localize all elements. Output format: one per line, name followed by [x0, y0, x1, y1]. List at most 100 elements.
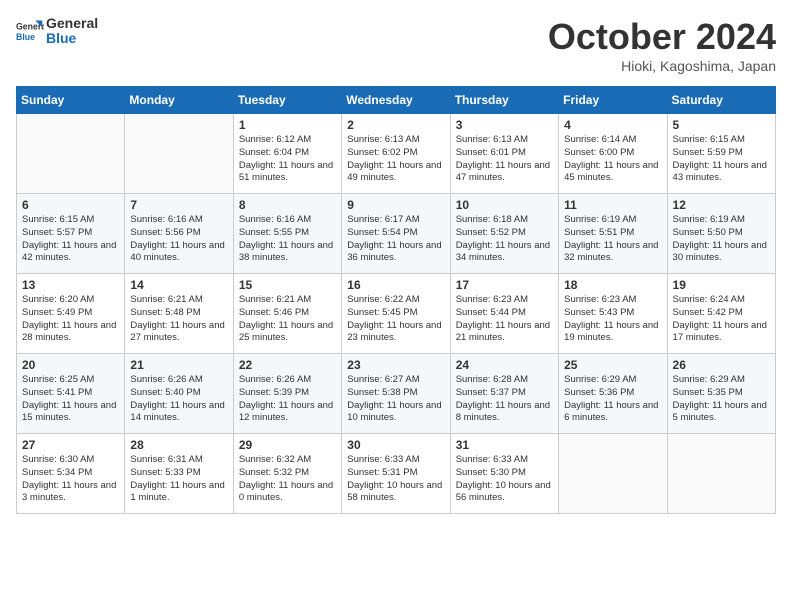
- day-number: 16: [347, 278, 444, 292]
- day-content: Sunrise: 6:32 AMSunset: 5:32 PMDaylight:…: [239, 454, 336, 505]
- day-content: Sunrise: 6:16 AMSunset: 5:56 PMDaylight:…: [130, 214, 227, 265]
- calendar-cell-day-30: 30 Sunrise: 6:33 AMSunset: 5:31 PMDayligh…: [342, 434, 450, 514]
- calendar-cell-day-10: 10 Sunrise: 6:18 AMSunset: 5:52 PMDayligh…: [450, 194, 558, 274]
- header-thursday: Thursday: [450, 87, 558, 114]
- day-content: Sunrise: 6:17 AMSunset: 5:54 PMDaylight:…: [347, 214, 444, 265]
- calendar-cell-day-14: 14 Sunrise: 6:21 AMSunset: 5:48 PMDayligh…: [125, 274, 233, 354]
- day-number: 22: [239, 358, 336, 372]
- day-number: 10: [456, 198, 553, 212]
- day-content: Sunrise: 6:26 AMSunset: 5:39 PMDaylight:…: [239, 374, 336, 425]
- logo-text-general: General: [46, 16, 98, 31]
- calendar-cell-day-12: 12Sunrise: 6:19 AMSunset: 5:50 PMDayligh…: [667, 194, 775, 274]
- calendar-cell-day-20: 20 Sunrise: 6:25 AMSunset: 5:41 PMDayligh…: [17, 354, 125, 434]
- calendar-cell-day-18: 18 Sunrise: 6:23 AMSunset: 5:43 PMDayligh…: [559, 274, 667, 354]
- calendar-cell-day-24: 24 Sunrise: 6:28 AMSunset: 5:37 PMDayligh…: [450, 354, 558, 434]
- month-title: October 2024: [548, 16, 776, 58]
- day-content: Sunrise: 6:26 AMSunset: 5:40 PMDaylight:…: [130, 374, 227, 425]
- calendar-header-row: SundayMondayTuesdayWednesdayThursdayFrid…: [17, 87, 776, 114]
- day-number: 26: [673, 358, 770, 372]
- calendar-week-row: 1Sunrise: 6:12 AMSunset: 6:04 PMDaylight…: [17, 114, 776, 194]
- day-number: 27: [22, 438, 119, 452]
- location-subtitle: Hioki, Kagoshima, Japan: [548, 58, 776, 74]
- calendar-cell-day-11: 11 Sunrise: 6:19 AMSunset: 5:51 PMDayligh…: [559, 194, 667, 274]
- calendar-cell-day-8: 8Sunrise: 6:16 AMSunset: 5:55 PMDaylight…: [233, 194, 341, 274]
- day-content: Sunrise: 6:33 AMSunset: 5:31 PMDaylight:…: [347, 454, 444, 505]
- calendar-cell-day-15: 15Sunrise: 6:21 AMSunset: 5:46 PMDayligh…: [233, 274, 341, 354]
- day-content: Sunrise: 6:13 AMSunset: 6:01 PMDaylight:…: [456, 134, 553, 185]
- day-content: Sunrise: 6:19 AMSunset: 5:51 PMDaylight:…: [564, 214, 661, 265]
- day-number: 3: [456, 118, 553, 132]
- calendar-cell-day-7: 7 Sunrise: 6:16 AMSunset: 5:56 PMDaylight…: [125, 194, 233, 274]
- calendar-cell-day-19: 19 Sunrise: 6:24 AMSunset: 5:42 PMDayligh…: [667, 274, 775, 354]
- day-number: 15: [239, 278, 336, 292]
- day-number: 17: [456, 278, 553, 292]
- calendar-cell-day-16: 16 Sunrise: 6:22 AMSunset: 5:45 PMDayligh…: [342, 274, 450, 354]
- svg-text:Blue: Blue: [16, 32, 35, 42]
- calendar-cell-day-1: 1Sunrise: 6:12 AMSunset: 6:04 PMDaylight…: [233, 114, 341, 194]
- calendar-cell-day-4: 4Sunrise: 6:14 AMSunset: 6:00 PMDaylight…: [559, 114, 667, 194]
- day-number: 4: [564, 118, 661, 132]
- logo: General Blue General Blue: [16, 16, 98, 47]
- day-number: 18: [564, 278, 661, 292]
- title-block: October 2024 Hioki, Kagoshima, Japan: [548, 16, 776, 74]
- day-content: Sunrise: 6:15 AMSunset: 5:57 PMDaylight:…: [22, 214, 119, 265]
- day-content: Sunrise: 6:21 AMSunset: 5:48 PMDaylight:…: [130, 294, 227, 345]
- day-content: Sunrise: 6:19 AMSunset: 5:50 PMDaylight:…: [673, 214, 770, 265]
- day-number: 29: [239, 438, 336, 452]
- day-number: 6: [22, 198, 119, 212]
- calendar-week-row: 6 Sunrise: 6:15 AMSunset: 5:57 PMDaylight…: [17, 194, 776, 274]
- day-content: Sunrise: 6:28 AMSunset: 5:37 PMDaylight:…: [456, 374, 553, 425]
- day-content: Sunrise: 6:24 AMSunset: 5:42 PMDaylight:…: [673, 294, 770, 345]
- calendar-cell-day-2: 2Sunrise: 6:13 AMSunset: 6:02 PMDaylight…: [342, 114, 450, 194]
- page-header: General Blue General Blue October 2024 H…: [16, 16, 776, 74]
- day-content: Sunrise: 6:31 AMSunset: 5:33 PMDaylight:…: [130, 454, 227, 505]
- day-content: Sunrise: 6:23 AMSunset: 5:43 PMDaylight:…: [564, 294, 661, 345]
- day-number: 24: [456, 358, 553, 372]
- calendar-cell-day-23: 23 Sunrise: 6:27 AMSunset: 5:38 PMDayligh…: [342, 354, 450, 434]
- calendar-cell-day-13: 13Sunrise: 6:20 AMSunset: 5:49 PMDayligh…: [17, 274, 125, 354]
- calendar-cell-day-31: 31Sunrise: 6:33 AMSunset: 5:30 PMDayligh…: [450, 434, 558, 514]
- calendar-cell-day-6: 6 Sunrise: 6:15 AMSunset: 5:57 PMDaylight…: [17, 194, 125, 274]
- day-number: 9: [347, 198, 444, 212]
- calendar-cell-day-17: 17 Sunrise: 6:23 AMSunset: 5:44 PMDayligh…: [450, 274, 558, 354]
- day-content: Sunrise: 6:18 AMSunset: 5:52 PMDaylight:…: [456, 214, 553, 265]
- day-number: 19: [673, 278, 770, 292]
- calendar-cell-empty: [559, 434, 667, 514]
- calendar-cell-day-21: 21Sunrise: 6:26 AMSunset: 5:40 PMDayligh…: [125, 354, 233, 434]
- day-number: 5: [673, 118, 770, 132]
- day-number: 28: [130, 438, 227, 452]
- day-number: 1: [239, 118, 336, 132]
- day-content: Sunrise: 6:22 AMSunset: 5:45 PMDaylight:…: [347, 294, 444, 345]
- calendar-cell-empty: [125, 114, 233, 194]
- calendar-cell-day-9: 9 Sunrise: 6:17 AMSunset: 5:54 PMDaylight…: [342, 194, 450, 274]
- day-content: Sunrise: 6:25 AMSunset: 5:41 PMDaylight:…: [22, 374, 119, 425]
- day-number: 13: [22, 278, 119, 292]
- day-content: Sunrise: 6:30 AMSunset: 5:34 PMDaylight:…: [22, 454, 119, 505]
- day-content: Sunrise: 6:23 AMSunset: 5:44 PMDaylight:…: [456, 294, 553, 345]
- calendar-week-row: 27 Sunrise: 6:30 AMSunset: 5:34 PMDayligh…: [17, 434, 776, 514]
- day-content: Sunrise: 6:27 AMSunset: 5:38 PMDaylight:…: [347, 374, 444, 425]
- day-number: 14: [130, 278, 227, 292]
- calendar-week-row: 13Sunrise: 6:20 AMSunset: 5:49 PMDayligh…: [17, 274, 776, 354]
- day-number: 11: [564, 198, 661, 212]
- logo-text-blue: Blue: [46, 31, 98, 46]
- calendar-table: SundayMondayTuesdayWednesdayThursdayFrid…: [16, 86, 776, 514]
- calendar-cell-day-26: 26Sunrise: 6:29 AMSunset: 5:35 PMDayligh…: [667, 354, 775, 434]
- header-monday: Monday: [125, 87, 233, 114]
- day-number: 7: [130, 198, 227, 212]
- day-number: 31: [456, 438, 553, 452]
- logo-icon: General Blue: [16, 17, 44, 45]
- header-tuesday: Tuesday: [233, 87, 341, 114]
- header-friday: Friday: [559, 87, 667, 114]
- calendar-cell-day-22: 22 Sunrise: 6:26 AMSunset: 5:39 PMDayligh…: [233, 354, 341, 434]
- day-number: 25: [564, 358, 661, 372]
- day-content: Sunrise: 6:15 AMSunset: 5:59 PMDaylight:…: [673, 134, 770, 185]
- calendar-cell-day-25: 25Sunrise: 6:29 AMSunset: 5:36 PMDayligh…: [559, 354, 667, 434]
- day-number: 2: [347, 118, 444, 132]
- header-sunday: Sunday: [17, 87, 125, 114]
- day-number: 30: [347, 438, 444, 452]
- calendar-cell-day-27: 27 Sunrise: 6:30 AMSunset: 5:34 PMDayligh…: [17, 434, 125, 514]
- day-number: 20: [22, 358, 119, 372]
- day-number: 23: [347, 358, 444, 372]
- day-number: 8: [239, 198, 336, 212]
